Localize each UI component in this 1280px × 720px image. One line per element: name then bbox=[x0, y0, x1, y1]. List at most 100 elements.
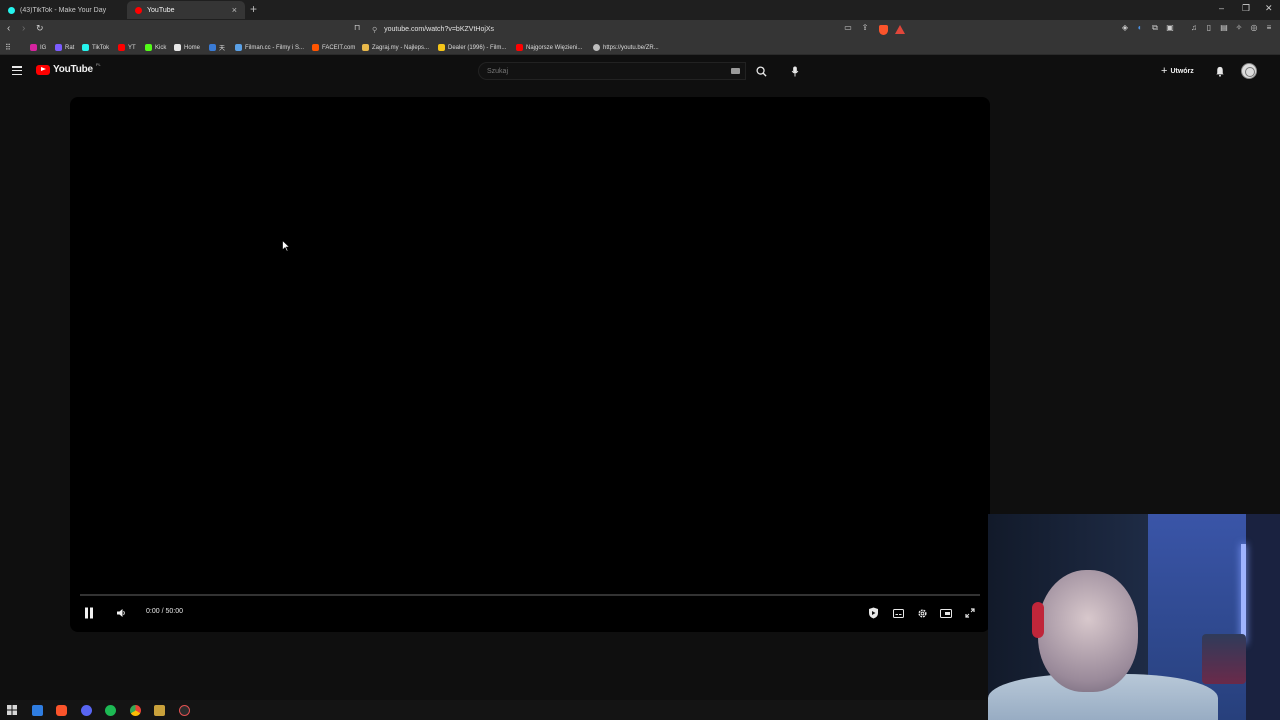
kick-icon bbox=[145, 44, 152, 51]
bookmark-kick[interactable]: Kick bbox=[145, 42, 166, 53]
spotify-icon bbox=[104, 704, 116, 716]
bookmark-yt[interactable]: YT bbox=[118, 42, 136, 53]
faceit-icon bbox=[312, 44, 319, 51]
logo-text: YouTube bbox=[53, 64, 93, 75]
taskbar-chrome[interactable] bbox=[128, 703, 142, 717]
bell-icon bbox=[1216, 66, 1224, 77]
media-icon[interactable]: ♫ bbox=[1189, 23, 1199, 35]
youtube-logo[interactable]: YouTube PL bbox=[36, 62, 101, 75]
webcam-toys bbox=[1202, 634, 1246, 684]
close-window-icon[interactable]: ✕ bbox=[1265, 3, 1273, 14]
chrome-icon bbox=[129, 704, 141, 716]
globe-icon bbox=[593, 44, 600, 51]
back-icon[interactable]: ‹ bbox=[7, 23, 10, 34]
reload-icon[interactable]: ↻ bbox=[36, 23, 44, 34]
bookmark-filman[interactable]: Filman.cc - Filmy i S... bbox=[235, 42, 304, 53]
bookmark-najgorsze[interactable]: Najgorsze Więzieni... bbox=[516, 42, 582, 53]
tab-tiktok[interactable]: (43)TikTok - Make Your Day bbox=[0, 1, 125, 19]
discord-icon bbox=[80, 704, 92, 716]
instagram-icon bbox=[30, 44, 37, 51]
video-player[interactable] bbox=[70, 97, 990, 632]
close-tab-icon[interactable]: × bbox=[232, 5, 237, 15]
taskbar-explorer[interactable] bbox=[30, 703, 44, 717]
miniplayer-shield-button[interactable] bbox=[866, 606, 880, 620]
youtube-icon bbox=[118, 44, 125, 51]
keyboard-icon[interactable] bbox=[731, 68, 740, 74]
bookmark-tiktok[interactable]: TikTok bbox=[82, 42, 109, 53]
mouse-cursor-icon bbox=[282, 240, 290, 252]
bookmark-page-icon[interactable]: ⊓ bbox=[354, 23, 360, 32]
avatar[interactable] bbox=[1241, 63, 1257, 79]
microphone-icon bbox=[791, 65, 799, 77]
forward-icon[interactable]: › bbox=[22, 23, 25, 34]
fullscreen-button[interactable] bbox=[963, 606, 977, 620]
time-display: 0:00 / 50:00 bbox=[146, 608, 183, 615]
settings-button[interactable] bbox=[915, 606, 929, 620]
leo-icon[interactable]: ✧ bbox=[1234, 23, 1244, 35]
bookmark-home[interactable]: Home bbox=[174, 42, 200, 53]
pause-button[interactable] bbox=[82, 606, 96, 620]
bookmark-ig[interactable]: IG bbox=[30, 42, 46, 53]
taskbar bbox=[0, 700, 988, 720]
guide-menu-icon[interactable] bbox=[12, 66, 22, 75]
site-info-icon[interactable]: ⚲ bbox=[372, 26, 377, 34]
explorer-icon bbox=[31, 704, 43, 716]
taskbar-spotify[interactable] bbox=[103, 703, 117, 717]
create-button[interactable]: + Utwórz bbox=[1157, 63, 1205, 79]
webcam-headset bbox=[1032, 602, 1044, 638]
cast-icon[interactable]: ▭ bbox=[843, 23, 853, 35]
youtube-icon bbox=[516, 44, 523, 51]
plus-icon: + bbox=[1161, 65, 1168, 77]
taskbar-app[interactable] bbox=[152, 703, 166, 717]
puzzle-icon[interactable]: ⧉ bbox=[1150, 23, 1160, 35]
sidebar-icon[interactable]: ▯ bbox=[1204, 23, 1214, 35]
wallet-icon[interactable]: ▤ bbox=[1219, 23, 1229, 35]
bookmark-zagraj[interactable]: Zagraj.my - Najleps... bbox=[362, 42, 429, 53]
notifications-button[interactable] bbox=[1213, 64, 1227, 78]
pause-icon bbox=[85, 607, 93, 619]
apps-icon[interactable]: ⠿ bbox=[5, 42, 11, 53]
bookmark-faceit[interactable]: FACEIT.com bbox=[312, 42, 355, 53]
brave-shields-icon[interactable] bbox=[879, 25, 888, 35]
progress-bar[interactable] bbox=[80, 594, 980, 596]
bookmark-youtu-be[interactable]: https://youtu.be/ZR... bbox=[593, 42, 659, 53]
search-button[interactable] bbox=[749, 62, 773, 80]
webcam-shelf bbox=[1246, 514, 1280, 720]
address-bar[interactable]: ⚲ youtube.com/watch?v=bKZVtHojXs bbox=[372, 22, 912, 37]
subtitles-button[interactable] bbox=[891, 606, 905, 620]
tab-search-icon[interactable]: ▣ bbox=[1165, 23, 1175, 35]
new-tab-button[interactable]: + bbox=[250, 2, 257, 16]
webcam-overlay bbox=[988, 514, 1280, 720]
brave-rewards-icon[interactable] bbox=[895, 25, 905, 34]
subtitles-icon bbox=[892, 608, 904, 618]
restore-icon[interactable]: ❐ bbox=[1242, 3, 1250, 14]
search-input[interactable]: Szukaj bbox=[478, 62, 746, 80]
minimize-icon[interactable]: – bbox=[1219, 3, 1224, 13]
app-icon bbox=[153, 704, 165, 716]
bookmark-dealer[interactable]: Dealer (1996) - Film... bbox=[438, 42, 506, 53]
start-button[interactable] bbox=[5, 703, 19, 717]
bookmark-icon bbox=[55, 44, 62, 51]
tab-title: YouTube bbox=[147, 6, 175, 14]
extension-icon[interactable]: ◈ bbox=[1120, 23, 1130, 35]
voice-search-button[interactable] bbox=[785, 62, 805, 80]
mute-button[interactable] bbox=[114, 606, 128, 620]
menu-icon[interactable]: ≡ bbox=[1264, 23, 1274, 35]
tab-title: (43)TikTok - Make Your Day bbox=[20, 6, 107, 14]
theater-mode-button[interactable] bbox=[939, 606, 953, 620]
taskbar-obs[interactable] bbox=[177, 703, 191, 717]
share-icon[interactable]: ⇪ bbox=[860, 23, 870, 35]
tab-youtube[interactable]: YouTube × bbox=[127, 1, 245, 19]
translate-icon[interactable]: ◐ bbox=[1135, 23, 1145, 35]
shield-icon bbox=[868, 607, 878, 619]
bookmark-icon bbox=[362, 44, 369, 51]
bookmark-tian[interactable]: 天 bbox=[209, 42, 225, 53]
taskbar-discord[interactable] bbox=[79, 703, 93, 717]
search-placeholder: Szukaj bbox=[487, 67, 509, 75]
taskbar-brave[interactable] bbox=[54, 703, 68, 717]
bookmark-icon bbox=[209, 44, 216, 51]
fullscreen-icon bbox=[965, 608, 975, 618]
search-icon bbox=[755, 65, 767, 77]
bookmark-rat[interactable]: Rat bbox=[55, 42, 74, 53]
vpn-icon[interactable]: ◎ bbox=[1249, 23, 1259, 35]
